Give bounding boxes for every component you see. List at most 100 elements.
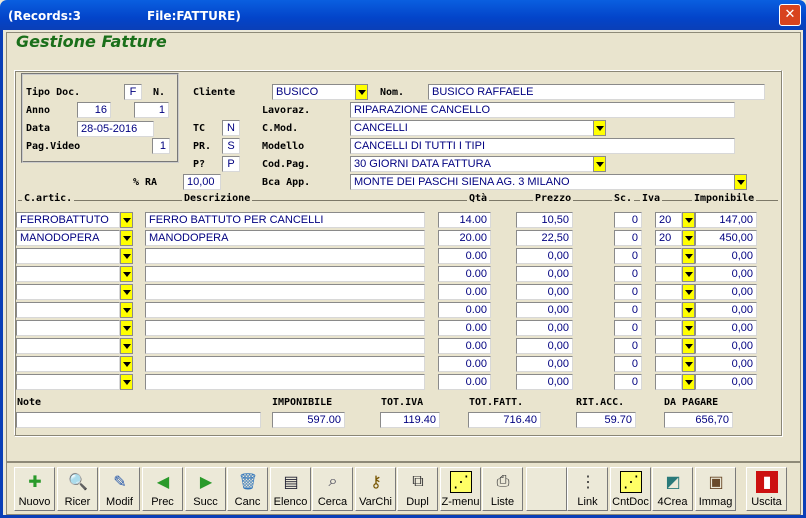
row-cartic-dropdown-icon[interactable] xyxy=(120,374,133,390)
toolbar-link-button[interactable]: ⋮ Link xyxy=(567,467,608,511)
nom-field[interactable]: BUSICO RAFFAELE xyxy=(428,84,765,100)
tc-field[interactable]: N xyxy=(222,120,240,136)
bca-field[interactable]: MONTE DEI PASCHI SIENA AG. 3 MILANO xyxy=(350,174,735,190)
row-iva-field[interactable] xyxy=(655,266,682,282)
row-imponibile-field[interactable]: 0,00 xyxy=(695,284,757,300)
ra-field[interactable]: 10,00 xyxy=(183,174,221,190)
row-cartic-field[interactable] xyxy=(16,374,120,390)
row-cartic-field[interactable] xyxy=(16,320,120,336)
row-iva-field[interactable] xyxy=(655,284,682,300)
row-prezzo-field[interactable]: 10,50 xyxy=(516,212,573,228)
row-descr-field[interactable] xyxy=(145,266,425,282)
row-imponibile-field[interactable]: 0,00 xyxy=(695,302,757,318)
row-qta-field[interactable]: 0.00 xyxy=(438,320,491,336)
row-iva-dropdown-icon[interactable] xyxy=(682,374,695,390)
row-qta-field[interactable]: 0.00 xyxy=(438,248,491,264)
toolbar-prec-button[interactable]: ◀ Prec xyxy=(142,467,183,511)
cmod-field[interactable]: CANCELLI xyxy=(350,120,595,136)
toolbar-liste-button[interactable]: ⎙ Liste xyxy=(482,467,523,511)
row-prezzo-field[interactable]: 0,00 xyxy=(516,266,573,282)
row-sc-field[interactable]: 0 xyxy=(614,284,642,300)
note-field[interactable] xyxy=(16,412,261,428)
row-cartic-dropdown-icon[interactable] xyxy=(120,212,133,228)
row-cartic-field[interactable] xyxy=(16,248,120,264)
row-cartic-field[interactable]: MANODOPERA xyxy=(16,230,120,246)
row-descr-field[interactable]: MANODOPERA xyxy=(145,230,425,246)
row-cartic-dropdown-icon[interactable] xyxy=(120,230,133,246)
row-sc-field[interactable]: 0 xyxy=(614,374,642,390)
row-prezzo-field[interactable]: 0,00 xyxy=(516,302,573,318)
row-descr-field[interactable] xyxy=(145,338,425,354)
row-cartic-field[interactable] xyxy=(16,302,120,318)
row-iva-dropdown-icon[interactable] xyxy=(682,302,695,318)
toolbar-nuovo-button[interactable]: ✚ Nuovo xyxy=(14,467,55,511)
row-cartic-field[interactable]: FERROBATTUTO xyxy=(16,212,120,228)
row-imponibile-field[interactable]: 450,00 xyxy=(695,230,757,246)
row-sc-field[interactable]: 0 xyxy=(614,266,642,282)
toolbar-succ-button[interactable]: ▶ Succ xyxy=(185,467,226,511)
row-imponibile-field[interactable]: 0,00 xyxy=(695,320,757,336)
row-imponibile-field[interactable]: 0,00 xyxy=(695,338,757,354)
row-sc-field[interactable]: 0 xyxy=(614,320,642,336)
row-iva-field[interactable]: 20 xyxy=(655,230,682,246)
row-iva-field[interactable] xyxy=(655,374,682,390)
row-cartic-dropdown-icon[interactable] xyxy=(120,284,133,300)
row-descr-field[interactable] xyxy=(145,302,425,318)
row-iva-dropdown-icon[interactable] xyxy=(682,338,695,354)
row-prezzo-field[interactable]: 0,00 xyxy=(516,320,573,336)
row-qta-field[interactable]: 20.00 xyxy=(438,230,491,246)
row-imponibile-field[interactable]: 147,00 xyxy=(695,212,757,228)
data-field[interactable]: 28-05-2016 xyxy=(77,121,154,137)
close-icon[interactable]: ✕ xyxy=(779,4,801,26)
row-iva-dropdown-icon[interactable] xyxy=(682,230,695,246)
row-qta-field[interactable]: 0.00 xyxy=(438,302,491,318)
row-prezzo-field[interactable]: 0,00 xyxy=(516,374,573,390)
toolbar-cntdoc-button[interactable]: ⋰ CntDoc xyxy=(610,467,651,511)
row-imponibile-field[interactable]: 0,00 xyxy=(695,374,757,390)
row-sc-field[interactable]: 0 xyxy=(614,248,642,264)
row-qta-field[interactable]: 0.00 xyxy=(438,266,491,282)
row-qta-field[interactable]: 0.00 xyxy=(438,284,491,300)
cliente-dropdown-icon[interactable] xyxy=(355,84,368,100)
row-cartic-dropdown-icon[interactable] xyxy=(120,266,133,282)
row-qta-field[interactable]: 14.00 xyxy=(438,212,491,228)
toolbar-varchi-button[interactable]: ⚷ VarChi xyxy=(355,467,396,511)
row-iva-field[interactable] xyxy=(655,248,682,264)
row-iva-dropdown-icon[interactable] xyxy=(682,212,695,228)
row-imponibile-field[interactable]: 0,00 xyxy=(695,266,757,282)
lavoraz-field[interactable]: RIPARAZIONE CANCELLO xyxy=(350,102,735,118)
numero-field[interactable]: 1 xyxy=(134,102,169,118)
row-imponibile-field[interactable]: 0,00 xyxy=(695,356,757,372)
toolbar-blank-button[interactable] xyxy=(526,467,567,511)
row-iva-field[interactable] xyxy=(655,320,682,336)
row-descr-field[interactable]: FERRO BATTUTO PER CANCELLI xyxy=(145,212,425,228)
row-iva-dropdown-icon[interactable] xyxy=(682,320,695,336)
row-sc-field[interactable]: 0 xyxy=(614,338,642,354)
toolbar-dupl-button[interactable]: ⧉ Dupl xyxy=(397,467,438,511)
tipo-doc-field[interactable]: F xyxy=(124,84,142,100)
toolbar-canc-button[interactable]: 🗑 Canc xyxy=(227,467,268,511)
codpag-dropdown-icon[interactable] xyxy=(593,156,606,172)
toolbar-4crea-button[interactable]: ◩ 4Crea xyxy=(652,467,693,511)
row-descr-field[interactable] xyxy=(145,374,425,390)
toolbar-z-menu-button[interactable]: ⋰ Z-menu xyxy=(440,467,481,511)
anno-field[interactable]: 16 xyxy=(77,102,111,118)
row-iva-dropdown-icon[interactable] xyxy=(682,266,695,282)
row-cartic-field[interactable] xyxy=(16,284,120,300)
row-iva-field[interactable] xyxy=(655,302,682,318)
toolbar-uscita-button[interactable]: ▮ Uscita xyxy=(746,467,787,511)
row-prezzo-field[interactable]: 22,50 xyxy=(516,230,573,246)
modello-field[interactable]: CANCELLI DI TUTTI I TIPI xyxy=(350,138,735,154)
row-qta-field[interactable]: 0.00 xyxy=(438,338,491,354)
cliente-field[interactable]: BUSICO xyxy=(272,84,356,100)
codpag-field[interactable]: 30 GIORNI DATA FATTURA xyxy=(350,156,595,172)
row-prezzo-field[interactable]: 0,00 xyxy=(516,284,573,300)
row-descr-field[interactable] xyxy=(145,356,425,372)
row-descr-field[interactable] xyxy=(145,284,425,300)
toolbar-cerca-button[interactable]: ⌕ Cerca xyxy=(312,467,353,511)
row-cartic-dropdown-icon[interactable] xyxy=(120,248,133,264)
row-iva-dropdown-icon[interactable] xyxy=(682,248,695,264)
row-sc-field[interactable]: 0 xyxy=(614,356,642,372)
row-qta-field[interactable]: 0.00 xyxy=(438,356,491,372)
row-prezzo-field[interactable]: 0,00 xyxy=(516,248,573,264)
